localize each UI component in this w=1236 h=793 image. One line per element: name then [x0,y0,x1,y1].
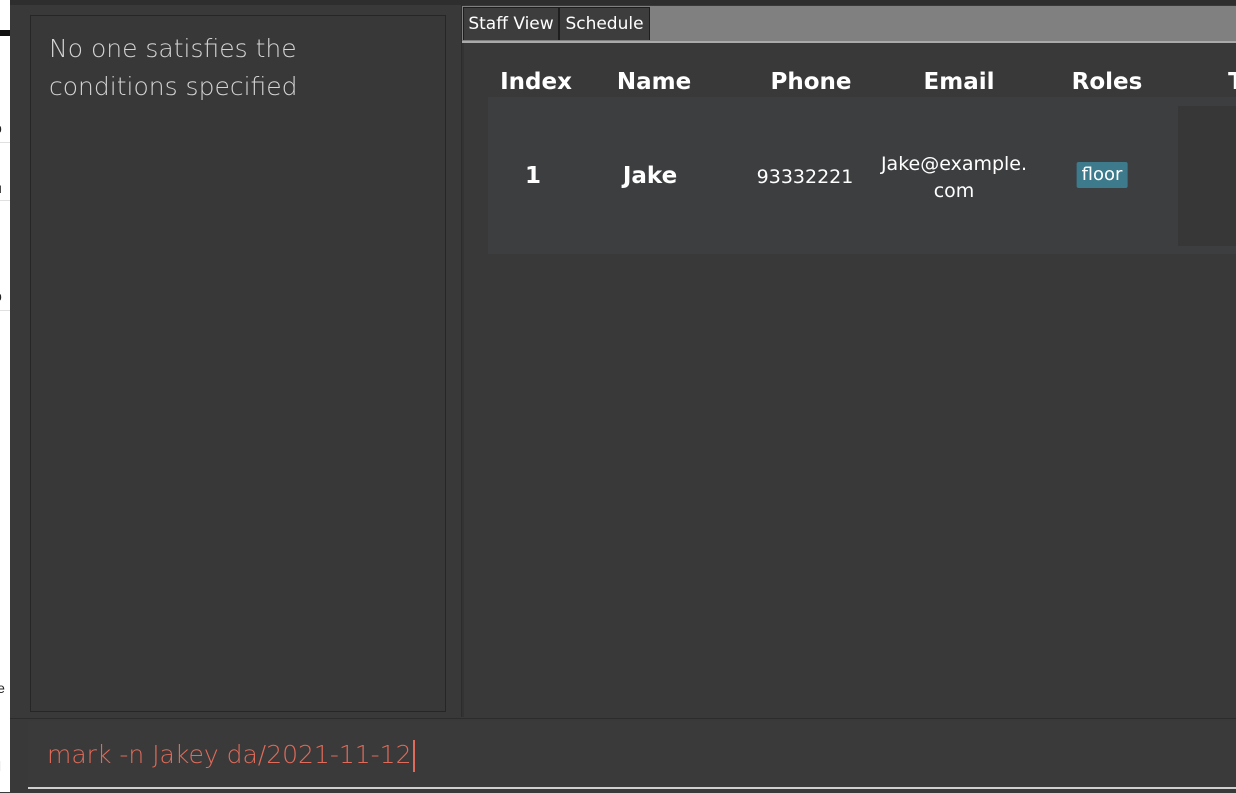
background-text-fragment: u [0,180,10,196]
result-display-panel: No one satisfies the conditions specifie… [30,15,446,712]
cell-truncated-column [1178,106,1236,246]
column-header-truncated: T [1228,69,1236,95]
cell-email: Jake@example.com [880,153,1028,202]
background-text-fragment: p [0,120,10,136]
background-text-fragment: le [0,680,5,696]
background-divider [0,310,10,311]
tab-bar: Staff View Schedule [462,6,1236,43]
column-header-phone: Phone [770,69,852,95]
background-divider [0,142,10,143]
table-row[interactable]: 1 Jake 93332221 Jake@example.com floor [488,97,1236,254]
cell-index: 1 [524,163,542,189]
app-top-border [10,0,1236,5]
command-input[interactable]: mark -n Jakey da/2021-11-12 [28,721,1236,789]
tab-staff-view[interactable]: Staff View [463,7,559,40]
background-window-bar [0,30,10,36]
tab-schedule[interactable]: Schedule [559,7,650,40]
cell-phone: 93332221 [756,166,854,188]
background-divider [0,200,10,201]
result-message: No one satisfies the conditions specifie… [49,34,298,101]
background-text-fragment: p [0,288,10,304]
background-text-fragment: r [0,730,10,746]
column-header-name: Name [616,69,692,95]
column-header-index: Index [500,69,572,95]
staff-view-panel: Index Name Phone Email Roles T 1 Jake 93… [464,43,1236,718]
command-box-area: mark -n Jakey da/2021-11-12 [10,718,1236,793]
cell-name: Jake [622,163,678,189]
background-text-fragment: fl [0,758,10,774]
background-window-edge: p u p le r fl [0,0,10,792]
app-window: No one satisfies the conditions specifie… [10,0,1236,793]
column-header-email: Email [923,69,995,95]
command-text: mark -n Jakey da/2021-11-12 [47,740,412,769]
text-caret [412,740,415,772]
column-header-roles: Roles [1071,69,1143,95]
role-badge: floor [1076,162,1128,188]
